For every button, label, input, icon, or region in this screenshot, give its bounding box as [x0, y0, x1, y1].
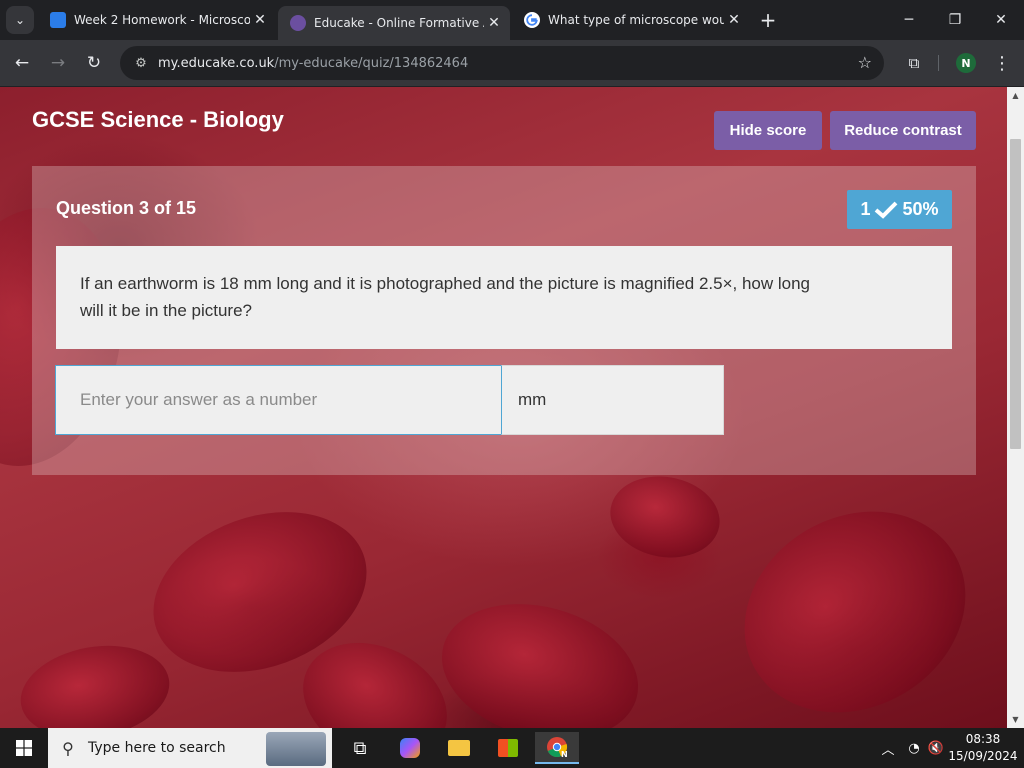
page-title: GCSE Science - Biology: [32, 107, 284, 132]
reload-button[interactable]: ↻: [80, 49, 108, 77]
task-view-button[interactable]: ⧉: [338, 732, 382, 764]
blood-cell-decoration: [13, 634, 177, 728]
classroom-icon: [50, 12, 66, 28]
minimize-icon: ─: [904, 12, 914, 28]
more-vertical-icon: ⋮: [993, 52, 1011, 74]
hide-score-button[interactable]: Hide score: [714, 111, 822, 150]
score-count: 1: [860, 199, 871, 219]
search-icon: ⚲: [62, 738, 74, 758]
forward-button[interactable]: →: [44, 49, 72, 77]
minimize-button[interactable]: ─: [886, 0, 932, 40]
chrome-profile-badge: N: [561, 750, 568, 759]
tab-week2-homework[interactable]: Week 2 Homework - Microscop ✕: [38, 6, 276, 34]
address-bar[interactable]: ⚙ my.educake.co.uk/my-educake/quiz/13486…: [120, 46, 884, 80]
taskbar-clock[interactable]: 08:38 15/09/2024: [948, 731, 1018, 765]
clock-time: 08:38: [965, 732, 1001, 746]
scrollbar-thumb[interactable]: [1010, 139, 1021, 449]
new-tab-button[interactable]: +: [756, 8, 780, 32]
microsoft-store-button[interactable]: [486, 732, 530, 764]
score-percent: 50%: [902, 199, 939, 219]
browser-menu-button[interactable]: ⋮: [992, 49, 1012, 77]
page-scrollbar[interactable]: ▲ ▼: [1007, 87, 1024, 728]
chevron-down-icon: ⌄: [14, 13, 26, 27]
url-path: /my-educake/quiz/134862464: [274, 55, 469, 71]
blood-cell-decoration: [426, 583, 654, 728]
copilot-button[interactable]: [388, 732, 432, 764]
answer-input[interactable]: [55, 365, 502, 435]
score-badge: 1 50%: [847, 190, 952, 229]
scroll-up-icon[interactable]: ▲: [1007, 87, 1024, 104]
unit-label: mm: [501, 365, 724, 435]
chevron-up-icon: ︿: [881, 742, 895, 758]
blood-cell-decoration: [603, 468, 727, 566]
close-icon[interactable]: ✕: [484, 15, 504, 31]
tab-microscope-search[interactable]: What type of microscope woul ✕: [512, 6, 750, 34]
volume-button[interactable]: 🔇: [926, 728, 946, 768]
question-text: If an earthworm is 18 mm long and it is …: [56, 246, 952, 349]
volume-muted-icon: 🔇: [927, 740, 945, 756]
browser-toolbar: ← → ↻ ⚙ my.educake.co.uk/my-educake/quiz…: [0, 40, 1024, 87]
tab-title: Educake - Online Formative Ass: [314, 16, 484, 30]
clock-date: 15/09/2024: [948, 749, 1018, 763]
extensions-button[interactable]: ⧉: [900, 49, 928, 77]
file-explorer-button[interactable]: [437, 732, 481, 764]
close-icon[interactable]: ✕: [724, 12, 744, 28]
windows-logo-icon: [16, 740, 32, 756]
taskbar-search-placeholder: Type here to search: [88, 740, 226, 756]
restore-button[interactable]: ❐: [932, 0, 978, 40]
chrome-taskbar-button[interactable]: N: [535, 732, 579, 764]
url-domain: my.educake.co.uk: [158, 55, 275, 71]
site-settings-icon[interactable]: ⚙: [126, 56, 156, 71]
close-window-button[interactable]: ✕: [978, 0, 1024, 40]
restore-icon: ❐: [948, 12, 962, 28]
tab-title: What type of microscope woul: [548, 13, 724, 27]
reload-icon: ↻: [86, 53, 102, 73]
reduce-contrast-button[interactable]: Reduce contrast: [830, 111, 976, 150]
close-icon[interactable]: ✕: [250, 12, 270, 28]
bookmark-star-icon[interactable]: ☆: [858, 53, 872, 72]
task-view-icon: ⧉: [353, 737, 367, 759]
quiz-card: Question 3 of 15 1 50% If an earthworm i…: [32, 166, 976, 475]
profile-avatar[interactable]: N: [956, 53, 976, 73]
folder-icon: [448, 740, 470, 756]
scroll-down-icon[interactable]: ▼: [1007, 711, 1024, 728]
arrow-right-icon: →: [50, 53, 66, 73]
checkmark-icon: [875, 201, 898, 219]
store-icon: [498, 739, 518, 757]
taskbar-search-box[interactable]: ⚲ Type here to search: [48, 728, 332, 768]
network-button[interactable]: ◔: [904, 728, 924, 768]
tab-educake[interactable]: Educake - Online Formative Ass ✕: [278, 6, 510, 40]
google-g-icon: [524, 12, 540, 28]
tab-search-button[interactable]: ⌄: [6, 6, 34, 34]
browser-tab-strip: ⌄ Week 2 Homework - Microscop ✕ Educake …: [0, 0, 1024, 40]
blood-cell-decoration: [707, 472, 1003, 728]
page-content: GCSE Science - Biology Hide score Reduce…: [0, 87, 1007, 728]
close-icon: ✕: [995, 12, 1007, 28]
puzzle-icon: ⧉: [908, 54, 920, 72]
network-icon: ◔: [908, 740, 920, 756]
educake-icon: [290, 15, 306, 31]
start-button[interactable]: [0, 728, 48, 768]
back-button[interactable]: ←: [8, 49, 36, 77]
question-number: Question 3 of 15: [56, 198, 197, 218]
windows-taskbar: ⚲ Type here to search ⧉ N ︿ ◔ 🔇 08:38 15…: [0, 728, 1024, 768]
plus-icon: +: [759, 8, 777, 32]
google-icon: [524, 12, 540, 28]
tab-title: Week 2 Homework - Microscop: [74, 13, 250, 27]
copilot-icon: [400, 738, 420, 758]
arrow-left-icon: ←: [14, 53, 30, 73]
toolbar-divider: [938, 55, 939, 71]
show-hidden-icons-button[interactable]: ︿: [878, 728, 898, 768]
url-text[interactable]: my.educake.co.uk/my-educake/quiz/1348624…: [158, 56, 468, 71]
search-highlight-image: [266, 732, 326, 766]
